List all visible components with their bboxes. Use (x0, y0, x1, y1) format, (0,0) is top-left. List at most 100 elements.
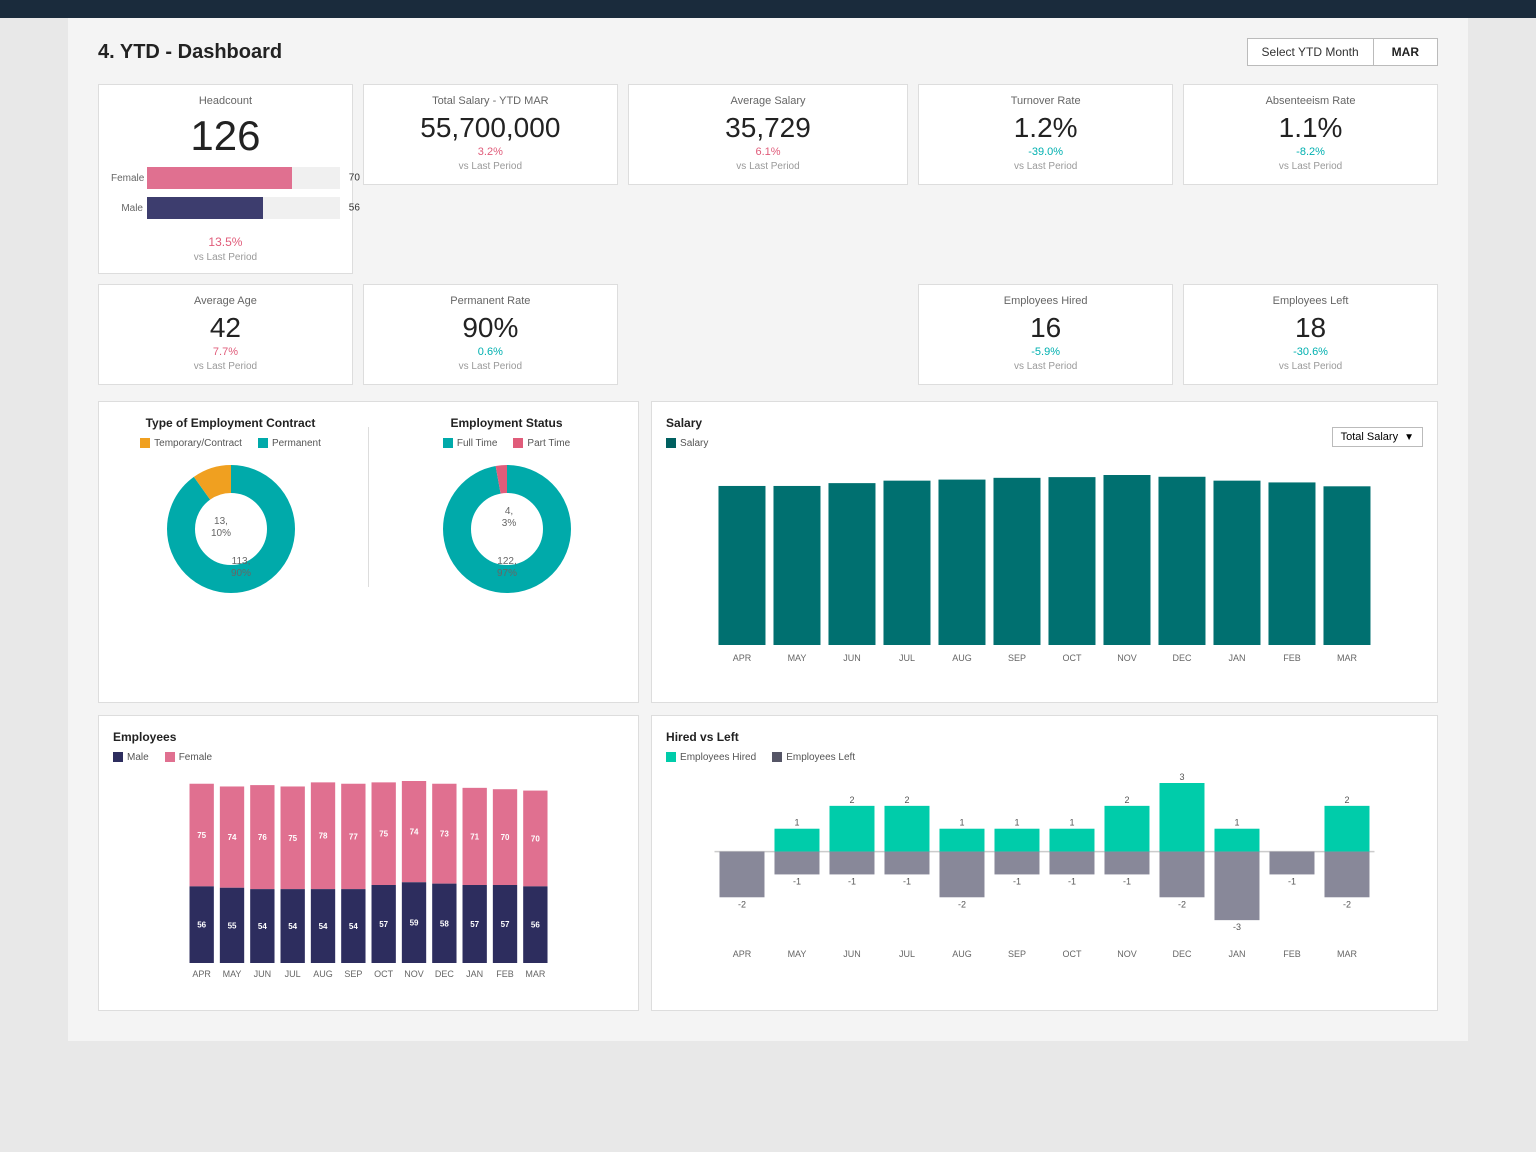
turnover-value: 1.2% (933, 113, 1158, 144)
avg-salary-label: Average Salary (643, 95, 893, 107)
turnover-vs: vs Last Period (933, 161, 1158, 172)
kpi-turnover: Turnover Rate 1.2% -39.0% vs Last Period (918, 84, 1173, 185)
svg-text:JUL: JUL (285, 969, 301, 979)
svg-text:-1: -1 (1288, 876, 1296, 886)
salary-dropdown-value: Total Salary (1341, 431, 1398, 443)
svg-text:-2: -2 (738, 899, 746, 909)
svg-text:-1: -1 (848, 876, 856, 886)
legend-left-label: Employees Left (786, 752, 855, 763)
emp-hired-change: -5.9% (933, 346, 1158, 358)
charts-row-2: Employees Male Female 7556APR7455MAY7654… (98, 715, 1438, 1011)
headcount-value: 126 (190, 113, 260, 159)
kpi-emp-left: Employees Left 18 -30.6% vs Last Period (1183, 284, 1438, 385)
hired-left-legend: Employees Hired Employees Left (666, 752, 1423, 763)
svg-text:AUG: AUG (952, 949, 972, 959)
svg-text:122,: 122, (497, 556, 516, 567)
svg-text:JUL: JUL (899, 653, 915, 663)
emp-left-value: 18 (1198, 313, 1423, 344)
legend-temporary-label: Temporary/Contract (154, 438, 242, 449)
svg-text:1: 1 (1235, 818, 1240, 828)
salary-legend: Salary (666, 438, 708, 449)
svg-text:73: 73 (440, 830, 449, 839)
headcount-female-row: Female 70 (111, 167, 340, 189)
emp-hired-value: 16 (933, 313, 1158, 344)
legend-fulltime: Full Time (443, 438, 498, 449)
svg-text:3%: 3% (501, 518, 516, 529)
donut-divider (368, 427, 369, 587)
svg-text:97%: 97% (497, 568, 517, 579)
svg-text:74: 74 (410, 828, 419, 837)
svg-text:1: 1 (960, 818, 965, 828)
svg-text:56: 56 (531, 921, 540, 930)
svg-text:59: 59 (410, 919, 419, 928)
svg-text:2: 2 (1125, 795, 1130, 805)
total-salary-vs: vs Last Period (378, 161, 603, 172)
kpi-avg-salary: Average Salary 35,729 6.1% vs Last Perio… (628, 84, 908, 185)
svg-text:-1: -1 (1013, 876, 1021, 886)
svg-text:57: 57 (470, 920, 479, 929)
svg-text:FEB: FEB (1283, 949, 1301, 959)
svg-text:-1: -1 (903, 876, 911, 886)
headcount-spacer (628, 284, 908, 385)
svg-text:FEB: FEB (496, 969, 514, 979)
salary-header: Salary Salary Total Salary ▼ (666, 416, 1423, 459)
svg-text:APR: APR (733, 653, 752, 663)
svg-text:FEB: FEB (1283, 653, 1301, 663)
legend-female-label: Female (179, 752, 212, 763)
svg-text:71: 71 (470, 832, 479, 841)
legend-left-dot (772, 752, 782, 762)
legend-fulltime-label: Full Time (457, 438, 498, 449)
donut-container: Type of Employment Contract Temporary/Co… (113, 416, 624, 599)
salary-dropdown[interactable]: Total Salary ▼ (1332, 427, 1423, 447)
ytd-selector[interactable]: Select YTD Month MAR (1247, 38, 1438, 66)
legend-hired-dot (666, 752, 676, 762)
salary-chart-title: Salary (666, 416, 708, 430)
top-bar (0, 0, 1536, 18)
female-bar (147, 167, 292, 189)
svg-text:NOV: NOV (1117, 653, 1137, 663)
absenteeism-value: 1.1% (1198, 113, 1423, 144)
headcount-male-row: Male 56 (111, 197, 340, 219)
svg-text:70: 70 (501, 833, 510, 842)
svg-text:2: 2 (905, 795, 910, 805)
svg-text:54: 54 (319, 922, 328, 931)
legend-hired: Employees Hired (666, 752, 756, 763)
emp-hired-label: Employees Hired (933, 295, 1158, 307)
avg-salary-vs: vs Last Period (643, 161, 893, 172)
absenteeism-vs: vs Last Period (1198, 161, 1423, 172)
svg-text:57: 57 (379, 920, 388, 929)
svg-text:-2: -2 (1343, 899, 1351, 909)
svg-text:57: 57 (501, 920, 510, 929)
legend-male-label: Male (127, 752, 149, 763)
salary-chart-panel: Salary Salary Total Salary ▼ 4,500,000AP… (651, 401, 1438, 703)
emp-left-vs: vs Last Period (1198, 361, 1423, 372)
perm-rate-value: 90% (378, 313, 603, 344)
legend-temporary: Temporary/Contract (140, 438, 242, 449)
svg-text:113,: 113, (231, 556, 250, 567)
employment-status-title: Employment Status (451, 416, 563, 430)
emp-left-change: -30.6% (1198, 346, 1423, 358)
legend-permanent-label: Permanent (272, 438, 321, 449)
perm-rate-change: 0.6% (378, 346, 603, 358)
svg-text:MAY: MAY (788, 653, 807, 663)
svg-text:75: 75 (379, 830, 388, 839)
svg-text:75: 75 (197, 831, 206, 840)
donut-charts-panel: Type of Employment Contract Temporary/Co… (98, 401, 639, 703)
employment-contract-donut: 13, 10% 113, 90% (161, 459, 301, 599)
svg-text:MAR: MAR (1337, 653, 1358, 663)
svg-text:90%: 90% (230, 568, 250, 579)
perm-rate-vs: vs Last Period (378, 361, 603, 372)
legend-parttime-label: Part Time (527, 438, 570, 449)
avg-salary-change: 6.1% (643, 146, 893, 158)
svg-text:2: 2 (850, 795, 855, 805)
svg-text:OCT: OCT (1063, 653, 1083, 663)
employment-status-chart: Employment Status Full Time Part Time (389, 416, 624, 599)
employment-contract-chart: Type of Employment Contract Temporary/Co… (113, 416, 348, 599)
turnover-change: -39.0% (933, 146, 1158, 158)
svg-text:3: 3 (1180, 773, 1185, 782)
employment-status-donut: 4, 3% 122, 97% (437, 459, 577, 599)
svg-text:AUG: AUG (313, 969, 333, 979)
svg-text:70: 70 (531, 834, 540, 843)
svg-text:AUG: AUG (952, 653, 972, 663)
legend-female-dot (165, 752, 175, 762)
